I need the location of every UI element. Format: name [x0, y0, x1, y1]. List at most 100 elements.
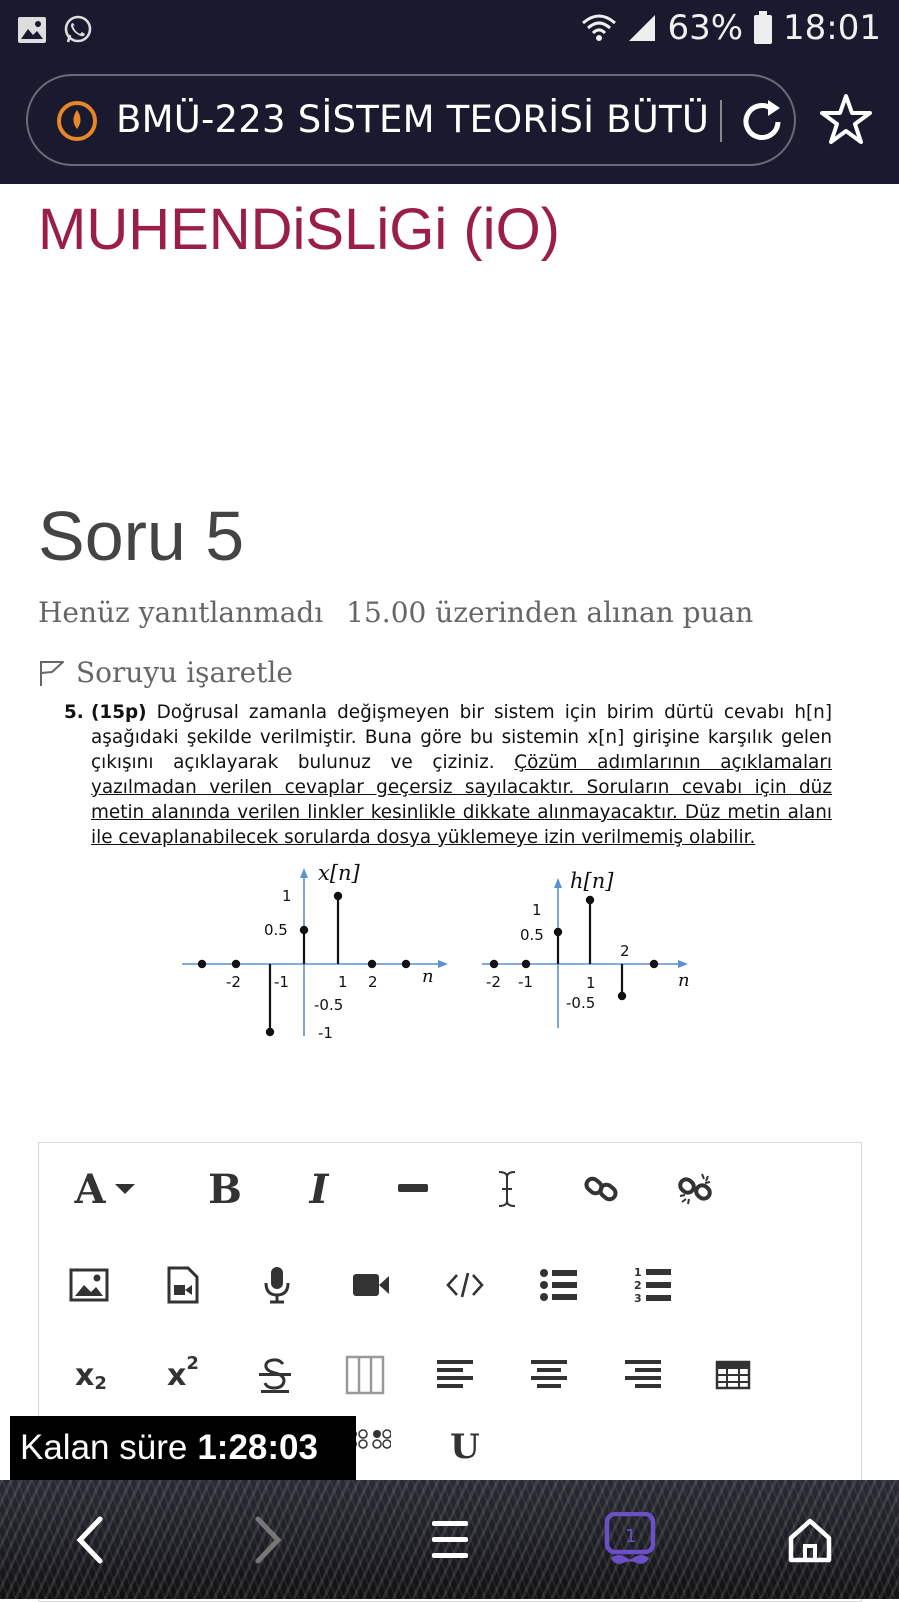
- site-favicon-icon: [57, 101, 97, 141]
- x-label-t1: 1: [338, 973, 348, 991]
- home-button[interactable]: [778, 1508, 842, 1572]
- home-icon: [788, 1518, 832, 1563]
- back-button[interactable]: [58, 1508, 122, 1572]
- underline-label: U: [450, 1427, 480, 1467]
- signal-figures: x[n] n 1 0.5 -2 -1 1 2 -0.5 -1 h[n] n 1 …: [182, 861, 690, 1042]
- battery-icon: [754, 11, 773, 44]
- x-plot-n-arrow: [438, 960, 448, 968]
- font-style-button[interactable]: A: [65, 1159, 145, 1219]
- text-cursor-button[interactable]: [477, 1159, 537, 1219]
- timer-value: 1:28:03: [197, 1428, 318, 1467]
- bold-button[interactable]: B: [195, 1159, 255, 1219]
- h-stem-point: [585, 895, 595, 905]
- align-left-icon: [437, 1360, 473, 1388]
- columns-icon: [345, 1355, 385, 1395]
- html-source-button[interactable]: [435, 1255, 495, 1315]
- h-plot-n-label: n: [678, 970, 690, 991]
- chevron-down-icon: [114, 1184, 135, 1194]
- table-icon: [715, 1360, 751, 1390]
- align-left-button[interactable]: [425, 1345, 485, 1405]
- bold-label: B: [208, 1165, 242, 1213]
- subscript-suffix: 2: [94, 1372, 107, 1394]
- question-title: Soru 5: [38, 497, 245, 575]
- menu-button[interactable]: [418, 1508, 482, 1572]
- x-stem-point: [401, 959, 411, 969]
- x-label-1: 1: [282, 887, 292, 905]
- code-icon: [446, 1272, 484, 1298]
- unlink-icon: [678, 1173, 712, 1205]
- link-button[interactable]: [571, 1159, 631, 1219]
- signal-icon: [629, 15, 656, 41]
- italic-button[interactable]: I: [289, 1159, 349, 1219]
- insert-image-button[interactable]: [59, 1255, 119, 1315]
- reload-icon[interactable]: [734, 94, 790, 150]
- h-stem-point: [649, 959, 659, 969]
- horizontal-rule-button[interactable]: [383, 1159, 443, 1219]
- superscript-button[interactable]: x2: [153, 1345, 213, 1405]
- x-label-m1: -1: [274, 973, 289, 991]
- x-plot-title: x[n]: [318, 861, 361, 885]
- x-stem-point: [299, 925, 309, 935]
- address-bar[interactable]: BMÜ-223 SİSTEM TEORİSİ BÜTÜ: [26, 74, 796, 166]
- answer-status: Henüz yanıtlanmadı: [38, 596, 324, 629]
- flag-question-link[interactable]: Soruyu işaretle: [38, 656, 293, 689]
- tabs-button[interactable]: 1: [598, 1508, 662, 1572]
- x-label-t2: 2: [368, 973, 378, 991]
- h-plot-n-arrow: [678, 960, 688, 968]
- h-label-half: 0.5: [520, 926, 544, 944]
- h-stem-point: [617, 991, 627, 1001]
- tabs-secret-mode-icon: 1: [604, 1512, 656, 1564]
- bookmark-star-icon[interactable]: [818, 92, 874, 148]
- align-center-icon: [531, 1360, 567, 1388]
- whatsapp-notification-icon: [64, 15, 92, 43]
- h-label-mhalf: -0.5: [566, 994, 595, 1012]
- numbered-list-icon: 123: [634, 1266, 671, 1304]
- forward-arrow-icon: [255, 1516, 282, 1564]
- forward-button[interactable]: [236, 1508, 300, 1572]
- strikethrough-button[interactable]: [245, 1345, 305, 1405]
- h-plot-title: h[n]: [570, 869, 614, 893]
- bullet-list-button[interactable]: [529, 1255, 589, 1315]
- timer-label: Kalan süre: [20, 1428, 188, 1467]
- image-icon: [69, 1268, 109, 1302]
- svg-text:1: 1: [625, 1526, 636, 1547]
- wifi-icon: [582, 14, 617, 41]
- subscript-button[interactable]: x2: [61, 1345, 121, 1405]
- x-label-half: 0.5: [264, 921, 288, 939]
- x-stem-point: [197, 959, 207, 969]
- flag-label: Soruyu işaretle: [76, 656, 293, 689]
- insert-table-button[interactable]: [703, 1345, 763, 1405]
- link-icon: [584, 1176, 618, 1202]
- question-grade: 15.00 üzerinden alınan puan: [346, 596, 754, 629]
- x-label-mhalf: -0.5: [314, 996, 343, 1014]
- insert-media-button[interactable]: [153, 1255, 213, 1315]
- gallery-notification-icon: [18, 17, 46, 43]
- horizontal-rule-icon: [398, 1184, 428, 1192]
- record-video-button[interactable]: [341, 1255, 401, 1315]
- h-label-m2: -2: [486, 973, 501, 991]
- x-stem-point: [367, 959, 377, 969]
- superscript-suffix: 2: [186, 1352, 199, 1374]
- underline-button[interactable]: U: [435, 1427, 495, 1467]
- x-stem-point: [231, 959, 241, 969]
- align-right-button[interactable]: [613, 1345, 673, 1405]
- x-plot-y-arrow: [300, 868, 308, 878]
- unlink-button[interactable]: [665, 1159, 725, 1219]
- browser-bottom-nav: 1: [0, 1480, 899, 1599]
- numbered-list-button[interactable]: 123: [623, 1255, 683, 1315]
- clock: 18:01: [783, 8, 881, 48]
- subscript-label: x: [75, 1357, 95, 1393]
- superscript-label: x: [167, 1357, 187, 1393]
- question-text: 5. (15p) Doğrusal zamanla değişmeyen bir…: [64, 700, 832, 850]
- battery-percent: 63%: [667, 8, 744, 48]
- browser-toolbar: BMÜ-223 SİSTEM TEORİSİ BÜTÜ: [0, 62, 899, 184]
- back-arrow-icon: [76, 1516, 103, 1564]
- record-audio-button[interactable]: [247, 1255, 307, 1315]
- align-center-button[interactable]: [519, 1345, 579, 1405]
- flag-icon: [40, 660, 64, 686]
- columns-button[interactable]: [335, 1345, 395, 1405]
- x-label-m1-val: -1: [318, 1024, 333, 1042]
- x-plot-n-label: n: [422, 966, 434, 987]
- h-plot: h[n] n 1 0.5 -2 -1 1 2 -0.5: [482, 869, 690, 1028]
- x-plot: x[n] n 1 0.5 -2 -1 1 2 -0.5 -1: [182, 861, 448, 1042]
